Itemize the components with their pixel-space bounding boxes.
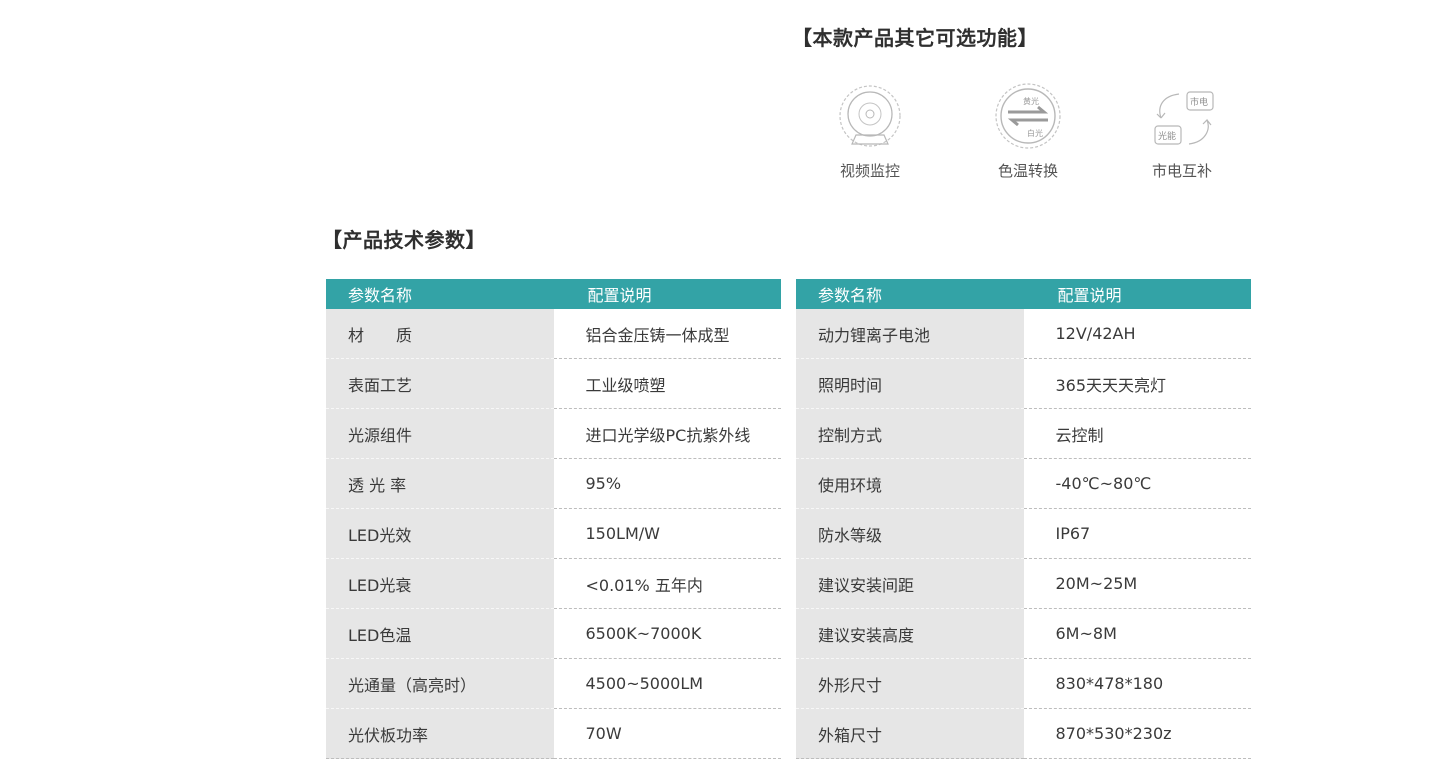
table-row: 照明时间 365天天天亮灯 [796,358,1251,409]
feature-label: 色温转换 [997,162,1058,180]
table-row: 使用环境 -40℃~80℃ [796,458,1251,509]
header-value: 配置说明 [553,279,781,309]
table-row: 光源组件 进口光学级PC抗紫外线 [326,408,781,459]
param-value: 830*478*180 [1023,658,1251,709]
spec-table-left: 参数名称 配置说明 材 质铝合金压铸一体成型 表面工艺 工业级喷塑 光源组件 进口光… [326,279,781,759]
specs-title: 【产品技术参数】 [322,228,486,252]
param-name: 材 质 [326,309,554,359]
camera-icon [839,85,901,147]
table-row: LED光效 150LM/W [326,508,781,559]
header-name: 参数名称 [796,279,1024,309]
param-name: 建议安装高度 [796,608,1024,659]
param-name: 光通量（高亮时） [326,658,554,709]
header-name: 参数名称 [326,279,554,309]
table-row: 外形尺寸 830*478*180 [796,658,1251,709]
table-row: LED光衰 <0.01% 五年内 [326,558,781,609]
mains-complement-icon: 市电 光能 [1154,91,1214,145]
param-value: 6500K~7000K [553,608,781,659]
param-name: 表面工艺 [326,358,554,409]
icon-text-white: 白光 [1027,128,1043,138]
header-value: 配置说明 [1023,279,1251,309]
param-name: 光伏板功率 [326,708,554,759]
param-name: LED色温 [326,608,554,659]
icon-text-mains: 市电 [1190,96,1208,108]
param-value: <0.01% 五年内 [553,558,781,609]
param-name: 照明时间 [796,358,1024,409]
table-row: LED色温 6500K~7000K [326,608,781,659]
param-name: 透 光 率 [326,458,554,509]
param-value: 4500~5000LM [553,658,781,709]
feature-video-monitoring: 视频监控 [815,80,925,181]
table-row: 建议安装间距 20M~25M [796,558,1251,609]
table-row: 控制方式 云控制 [796,408,1251,459]
param-value: 12V/42AH [1023,309,1251,359]
param-value: IP67 [1023,508,1251,559]
feature-color-temperature: 黄光 白光 色温转换 [973,80,1083,181]
param-name: 光源组件 [326,408,554,459]
param-name: 控制方式 [796,408,1024,459]
table-row: 动力锂离子电池 12V/42AH [796,309,1251,359]
table-row: 建议安装高度 6M~8M [796,608,1251,659]
param-name: 防水等级 [796,508,1024,559]
features-title: 【本款产品其它可选功能】 [792,26,1038,50]
param-name: 外箱尺寸 [796,708,1024,759]
table-row: 防水等级 IP67 [796,508,1251,559]
icon-text-solar: 光能 [1158,130,1176,142]
table-row: 光通量（高亮时） 4500~5000LM [326,658,781,709]
param-value: 20M~25M [1023,558,1251,609]
spec-table-right: 参数名称 配置说明 动力锂离子电池 12V/42AH 照明时间 365天天天亮灯 控… [796,279,1251,759]
param-value: 云控制 [1023,408,1251,459]
param-name: 建议安装间距 [796,558,1024,609]
table-row: 表面工艺 工业级喷塑 [326,358,781,409]
param-value: -40℃~80℃ [1023,458,1251,509]
table-row: 材 质铝合金压铸一体成型 [326,309,781,359]
table-header-row: 参数名称 配置说明 [796,279,1251,309]
param-name: 使用环境 [796,458,1024,509]
icon-text-yellow: 黄光 [1023,96,1039,106]
feature-mains-complement: 市电 光能 市电互补 [1127,80,1237,181]
param-value: 进口光学级PC抗紫外线 [553,408,781,459]
param-name: 外形尺寸 [796,658,1024,709]
param-value: 870*530*230z [1023,708,1251,759]
table-header-row: 参数名称 配置说明 [326,279,781,309]
param-name: 动力锂离子电池 [796,309,1024,359]
color-temperature-icon: 黄光 白光 [995,83,1061,149]
table-row: 光伏板功率 70W [326,708,781,759]
param-value: 铝合金压铸一体成型 [553,309,781,359]
feature-label: 市电互补 [1151,162,1212,180]
table-row: 透 光 率 95% [326,458,781,509]
feature-label: 视频监控 [839,162,900,180]
param-value: 365天天天亮灯 [1023,358,1251,409]
param-value: 150LM/W [553,508,781,559]
table-row: 外箱尺寸 870*530*230z [796,708,1251,759]
param-value: 工业级喷塑 [553,358,781,409]
param-name: LED光效 [326,508,554,559]
param-value: 70W [553,708,781,759]
param-name: LED光衰 [326,558,554,609]
param-value: 95% [553,458,781,509]
param-value: 6M~8M [1023,608,1251,659]
